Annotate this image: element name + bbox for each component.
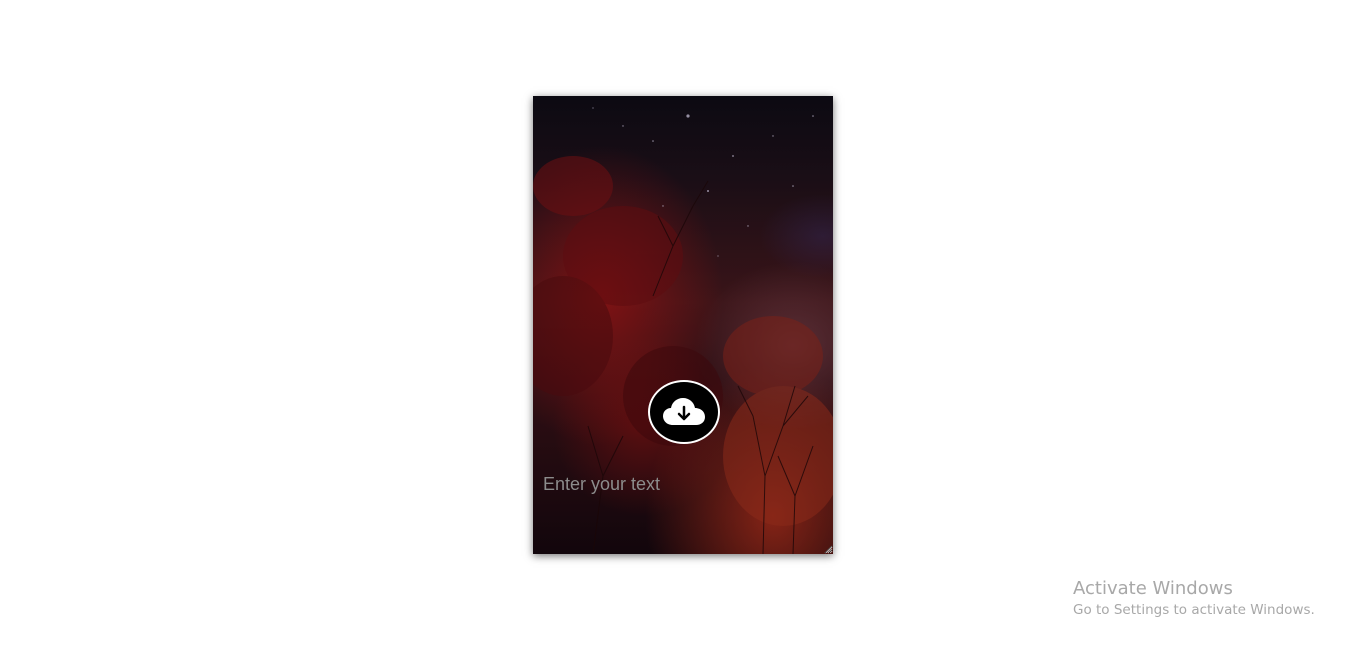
watermark-subtitle: Go to Settings to activate Windows.: [1073, 602, 1315, 618]
download-button[interactable]: [648, 380, 720, 444]
page: Activate Windows Go to Settings to activ…: [0, 0, 1366, 645]
watermark-title: Activate Windows: [1073, 578, 1233, 599]
image-card: [533, 96, 833, 554]
cloud-download-icon: [663, 398, 705, 425]
windows-activation-watermark: Activate Windows Go to Settings to activ…: [1073, 578, 1315, 620]
text-input[interactable]: [533, 464, 833, 554]
